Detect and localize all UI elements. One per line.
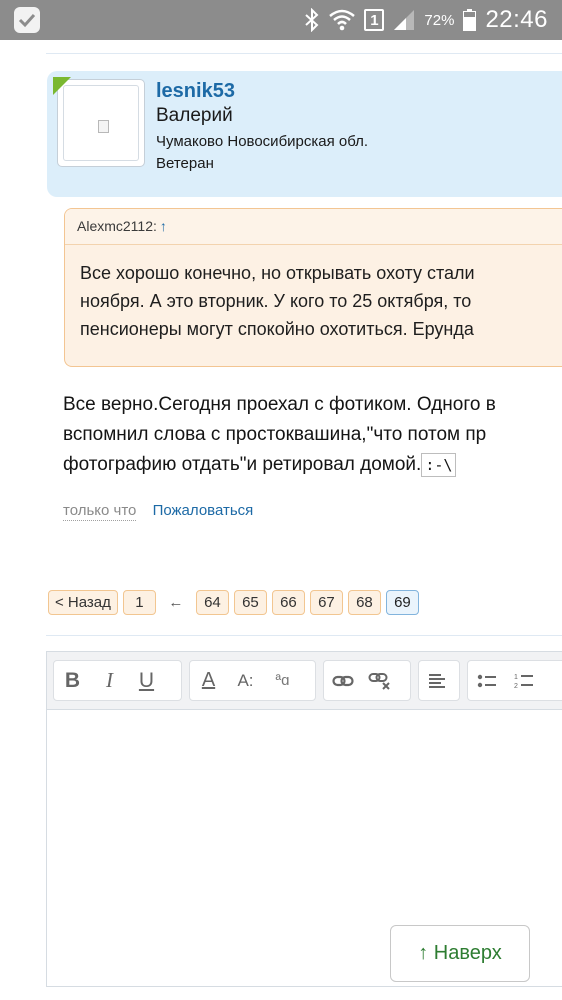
author-real-name: Валерий [156,105,233,126]
smiley-emoticon: :-\ [421,452,457,477]
unlink-icon[interactable] [361,660,398,701]
quote-header: Alexmc2112: ↑ [65,209,562,245]
quote-source-link[interactable]: ↑ [160,218,167,234]
page-jump-arrow[interactable]: ← [161,594,191,611]
page-link[interactable]: 65 [233,590,267,615]
list-group: 12 [467,660,562,701]
sim-icon: 1 [364,9,385,31]
quote-line: ноября. А это вторник. У кого то 25 октя… [80,291,472,311]
author-username[interactable]: lesnik53 [156,80,235,103]
post-line: вспомнил слова с простоквашина,"что пото… [63,424,487,445]
avatar[interactable] [57,79,145,167]
check-icon [14,7,40,33]
author-card: lesnik53 Валерий Чумаково Новосибирская … [47,71,562,197]
post-timestamp[interactable]: только что [63,502,137,521]
post-meta: только что Пожаловаться [63,502,254,521]
svg-text:1: 1 [514,674,518,681]
battery-icon [463,9,477,31]
page-current: 69 [385,590,419,615]
page-link[interactable]: 68 [347,590,381,615]
font-size-button[interactable]: A: [227,660,264,701]
svg-text:2: 2 [514,683,518,690]
post-body: Все верно.Сегодня проехал с фотиком. Одн… [63,390,496,480]
page-link[interactable]: 66 [271,590,305,615]
align-group [418,660,460,701]
align-left-icon[interactable] [419,660,456,701]
font-family-button[interactable]: ªɑ [264,660,301,701]
quote-author: Alexmc2112: [77,218,157,234]
italic-button[interactable]: I [91,660,128,701]
page-link[interactable]: 67 [309,590,343,615]
bold-button[interactable]: B [54,660,91,701]
post-line: фотографию отдать"и ретировал домой.:-\ [63,450,496,480]
font-group: A A: ªɑ [189,660,316,701]
author-rank: Ветеран [156,155,214,172]
clock: 22:46 [485,6,548,33]
scroll-to-top-button[interactable]: ↑ Наверх [390,925,530,982]
font-color-button[interactable]: A [190,660,227,701]
broken-image-icon [98,120,109,133]
quote-text: Все хорошо конечно, но открывать охоту с… [65,245,562,343]
numbered-list-icon[interactable]: 12 [505,660,542,701]
quote-block: Alexmc2112: ↑ Все хорошо конечно, но откр… [64,208,562,367]
divider [46,53,562,54]
report-link[interactable]: Пожаловаться [153,502,254,519]
page-link[interactable]: 64 [195,590,229,615]
author-location: Чумаково Новосибирская обл. [156,133,369,150]
bluetooth-icon [304,8,320,32]
signal-icon [393,9,415,31]
post-line-text: фотографию отдать"и ретировал домой. [63,454,422,475]
bullet-list-icon[interactable] [468,660,505,701]
link-icon[interactable] [324,660,361,701]
quote-line: пенсионеры могут спокойно охотиться. Еру… [80,319,474,339]
post-line: Все верно.Сегодня проехал с фотиком. Одн… [63,394,496,415]
wifi-icon [329,9,356,31]
underline-button[interactable]: U [128,660,165,701]
pagination: < Назад 1 ← 64 65 66 67 68 69 [48,590,419,615]
text-style-group: B I U [53,660,182,701]
battery-percent: 72% [424,11,455,29]
status-bar: 1 72% 22:46 [0,0,562,40]
quote-line: Все хорошо конечно, но открывать охоту с… [80,263,475,283]
divider [46,635,562,636]
avatar-image-frame [63,85,139,161]
link-group [323,660,411,701]
page-link-first[interactable]: 1 [122,590,156,615]
prev-page-button[interactable]: < Назад [48,590,118,615]
editor-toolbar: B I U A A: ªɑ 12 [47,652,562,710]
